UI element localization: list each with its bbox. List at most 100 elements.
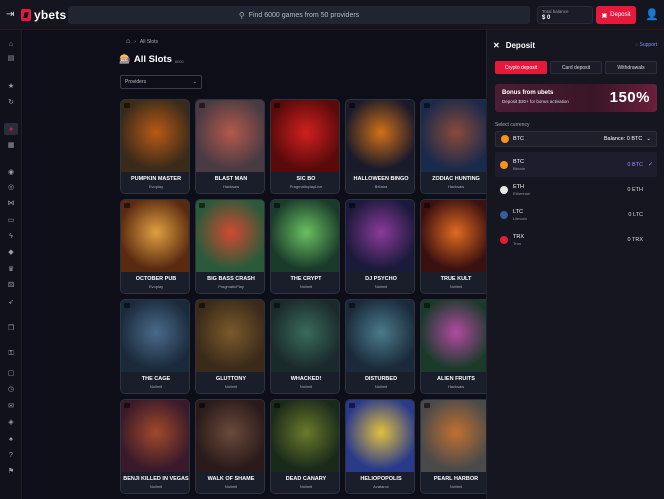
game-card[interactable]: PEARL HARBOR Nolimit xyxy=(420,399,490,494)
currency-option-ltc[interactable]: LTC Litecoin 0 LTC xyxy=(495,202,657,227)
game-card[interactable]: BLAST MAN Hacksaw xyxy=(195,99,265,194)
game-thumbnail xyxy=(196,100,264,172)
lightning-icon[interactable]: ϟ xyxy=(4,230,18,242)
game-card[interactable]: OCTOBER PUB Evoplay xyxy=(120,199,190,294)
diamond-icon[interactable]: ◆ xyxy=(4,246,18,258)
game-thumbnail xyxy=(271,300,339,372)
game-tag-icon xyxy=(124,303,130,308)
mail-icon[interactable]: ✉ xyxy=(4,400,18,412)
support-link[interactable]: ◌ Support xyxy=(635,42,657,48)
currency-option-trx[interactable]: TRX Tron 0 TRX xyxy=(495,227,657,252)
game-name: PEARL HARBOR xyxy=(433,476,479,482)
game-card[interactable]: BENJI KILLED IN VEGAS Nolimit xyxy=(120,399,190,494)
gift-icon[interactable]: ❒ xyxy=(4,322,18,334)
home-icon[interactable]: ⌂ xyxy=(4,38,18,50)
game-thumbnail xyxy=(271,100,339,172)
currency-option-eth[interactable]: ETH Ethereum 0 ETH xyxy=(495,177,657,202)
currency-symbol: BTC xyxy=(513,158,524,165)
game-provider: Nolimit xyxy=(149,484,163,489)
deposit-button[interactable]: ▣ Deposit xyxy=(596,6,636,24)
chevron-down-icon: ⌄ xyxy=(192,79,197,85)
game-card[interactable]: DJ PSYCHO Nolimit xyxy=(345,199,415,294)
game-provider: Nolimit xyxy=(374,384,388,389)
cards-icon[interactable]: ▭ xyxy=(4,214,18,226)
game-card[interactable]: HALLOWEEN BINGO Belatra xyxy=(345,99,415,194)
clock-icon[interactable]: ◷ xyxy=(4,383,18,395)
game-card[interactable]: WHACKED! Nolimit xyxy=(270,299,340,394)
game-card[interactable]: PUMPKIN MASTER Evoplay xyxy=(120,99,190,194)
trophy-icon[interactable]: ♛ xyxy=(4,263,18,275)
game-provider: Hacksaw xyxy=(447,184,465,189)
game-info: OCTOBER PUB Evoplay xyxy=(121,272,189,293)
user-icon[interactable]: 👤 xyxy=(645,8,659,21)
live-icon[interactable]: ◎ xyxy=(4,181,18,193)
game-card[interactable]: DEAD CANARY Nolimit xyxy=(270,399,340,494)
grid-icon[interactable]: ▦ xyxy=(4,139,18,151)
game-tag-icon xyxy=(199,303,205,308)
tag-icon[interactable]: ◈ xyxy=(4,416,18,428)
flag-icon[interactable]: ⚑ xyxy=(4,465,18,477)
game-name: THE CRYPT xyxy=(290,276,322,282)
currency-name-block: LTC Litecoin xyxy=(513,209,527,221)
game-name: HELIOPOPOLIS xyxy=(360,476,402,482)
currency-name-block: ETH Ethereum xyxy=(513,184,530,196)
game-card[interactable]: TRUE KULT Nolimit xyxy=(420,199,490,294)
balance-box[interactable]: Total balance $ 0 xyxy=(537,6,593,24)
bonus-subtitle: Deposit $30+ for bonus activation xyxy=(502,99,569,104)
provider-select[interactable]: Providers ⌄ xyxy=(120,75,202,89)
currency-symbol: ETH xyxy=(513,183,524,190)
game-card[interactable]: WALK OF SHAME Nolimit xyxy=(195,399,265,494)
spade-icon[interactable]: ♠ xyxy=(4,433,18,445)
ltc-coin-icon xyxy=(500,210,508,219)
game-thumbnail xyxy=(196,300,264,372)
game-card[interactable]: SIC BO PragmaticplayLive xyxy=(270,99,340,194)
currency-symbol: TRX xyxy=(513,233,524,240)
tab-card-deposit[interactable]: Card deposit xyxy=(550,61,602,74)
login-icon[interactable]: ⇥ xyxy=(6,9,14,20)
currency-select[interactable]: BTC Balance: 0 BTC ⌄ xyxy=(495,131,657,147)
help-icon[interactable]: ? xyxy=(4,449,18,461)
game-provider: Nolimit xyxy=(149,384,163,389)
game-name: DJ PSYCHO xyxy=(365,276,397,282)
game-provider: Nolimit xyxy=(374,284,388,289)
deposit-header: ✕ Deposit xyxy=(493,41,535,50)
brand-logo[interactable]: ybets xyxy=(21,8,66,22)
chip-icon[interactable]: ◉ xyxy=(4,166,18,178)
tv-icon[interactable]: ▢ xyxy=(4,367,18,379)
game-name: DEAD CANARY xyxy=(285,476,327,482)
tab-crypto-deposit[interactable]: Crypto deposit xyxy=(495,61,547,74)
game-tag-icon xyxy=(349,303,355,308)
game-card[interactable]: HELIOPOPOLIS Avatarux xyxy=(345,399,415,494)
star-icon[interactable]: ★ xyxy=(4,80,18,92)
currency-option-btc[interactable]: BTC Bitcoin 0 BTC ✓ xyxy=(495,152,657,177)
game-thumbnail xyxy=(121,300,189,372)
search-input[interactable]: ⚲ Find 6000 games from 50 providers xyxy=(68,6,530,24)
slots-icon[interactable]: ♠ xyxy=(4,123,18,135)
tab-withdrawals[interactable]: Withdrawals xyxy=(605,61,657,74)
bonus-banner[interactable]: Bonus from ubets Deposit $30+ for bonus … xyxy=(495,84,657,112)
trx-coin-icon xyxy=(500,235,508,244)
folder-icon[interactable]: ▤ xyxy=(4,52,18,64)
game-provider: Evoplay xyxy=(148,284,164,289)
currency-amount: 0 TRX xyxy=(627,236,644,243)
history-icon[interactable]: ↻ xyxy=(4,96,18,108)
game-thumbnail xyxy=(271,400,339,472)
game-name: HALLOWEEN BINGO xyxy=(353,176,409,182)
game-card[interactable]: ALIEN FRUITS Hacksaw xyxy=(420,299,490,394)
provider-select-label: Providers xyxy=(125,79,147,85)
game-card[interactable]: BIG BASS CRASH PragmaticPlay xyxy=(195,199,265,294)
share-icon[interactable]: ⋈ xyxy=(4,197,18,209)
game-card[interactable]: ZODIAC HUNTING Hacksaw xyxy=(420,99,490,194)
game-card[interactable]: THE CAGE Nolimit xyxy=(120,299,190,394)
game-name: THE CAGE xyxy=(141,376,171,382)
close-icon[interactable]: ✕ xyxy=(493,41,500,50)
slots-title-icon: 🎰 xyxy=(119,54,131,65)
lock-icon[interactable]: ⚿ xyxy=(4,348,18,360)
dice-icon[interactable]: ⚄ xyxy=(4,279,18,291)
rocket-icon[interactable]: ➶ xyxy=(4,296,18,308)
chevron-down-icon: ⌄ xyxy=(646,136,651,142)
game-card[interactable]: THE CRYPT Nolimit xyxy=(270,199,340,294)
game-card[interactable]: DISTURBED Nolimit xyxy=(345,299,415,394)
breadcrumb-home-icon[interactable]: ⌂ xyxy=(126,38,130,45)
game-card[interactable]: GLUTTONY Nolimit xyxy=(195,299,265,394)
